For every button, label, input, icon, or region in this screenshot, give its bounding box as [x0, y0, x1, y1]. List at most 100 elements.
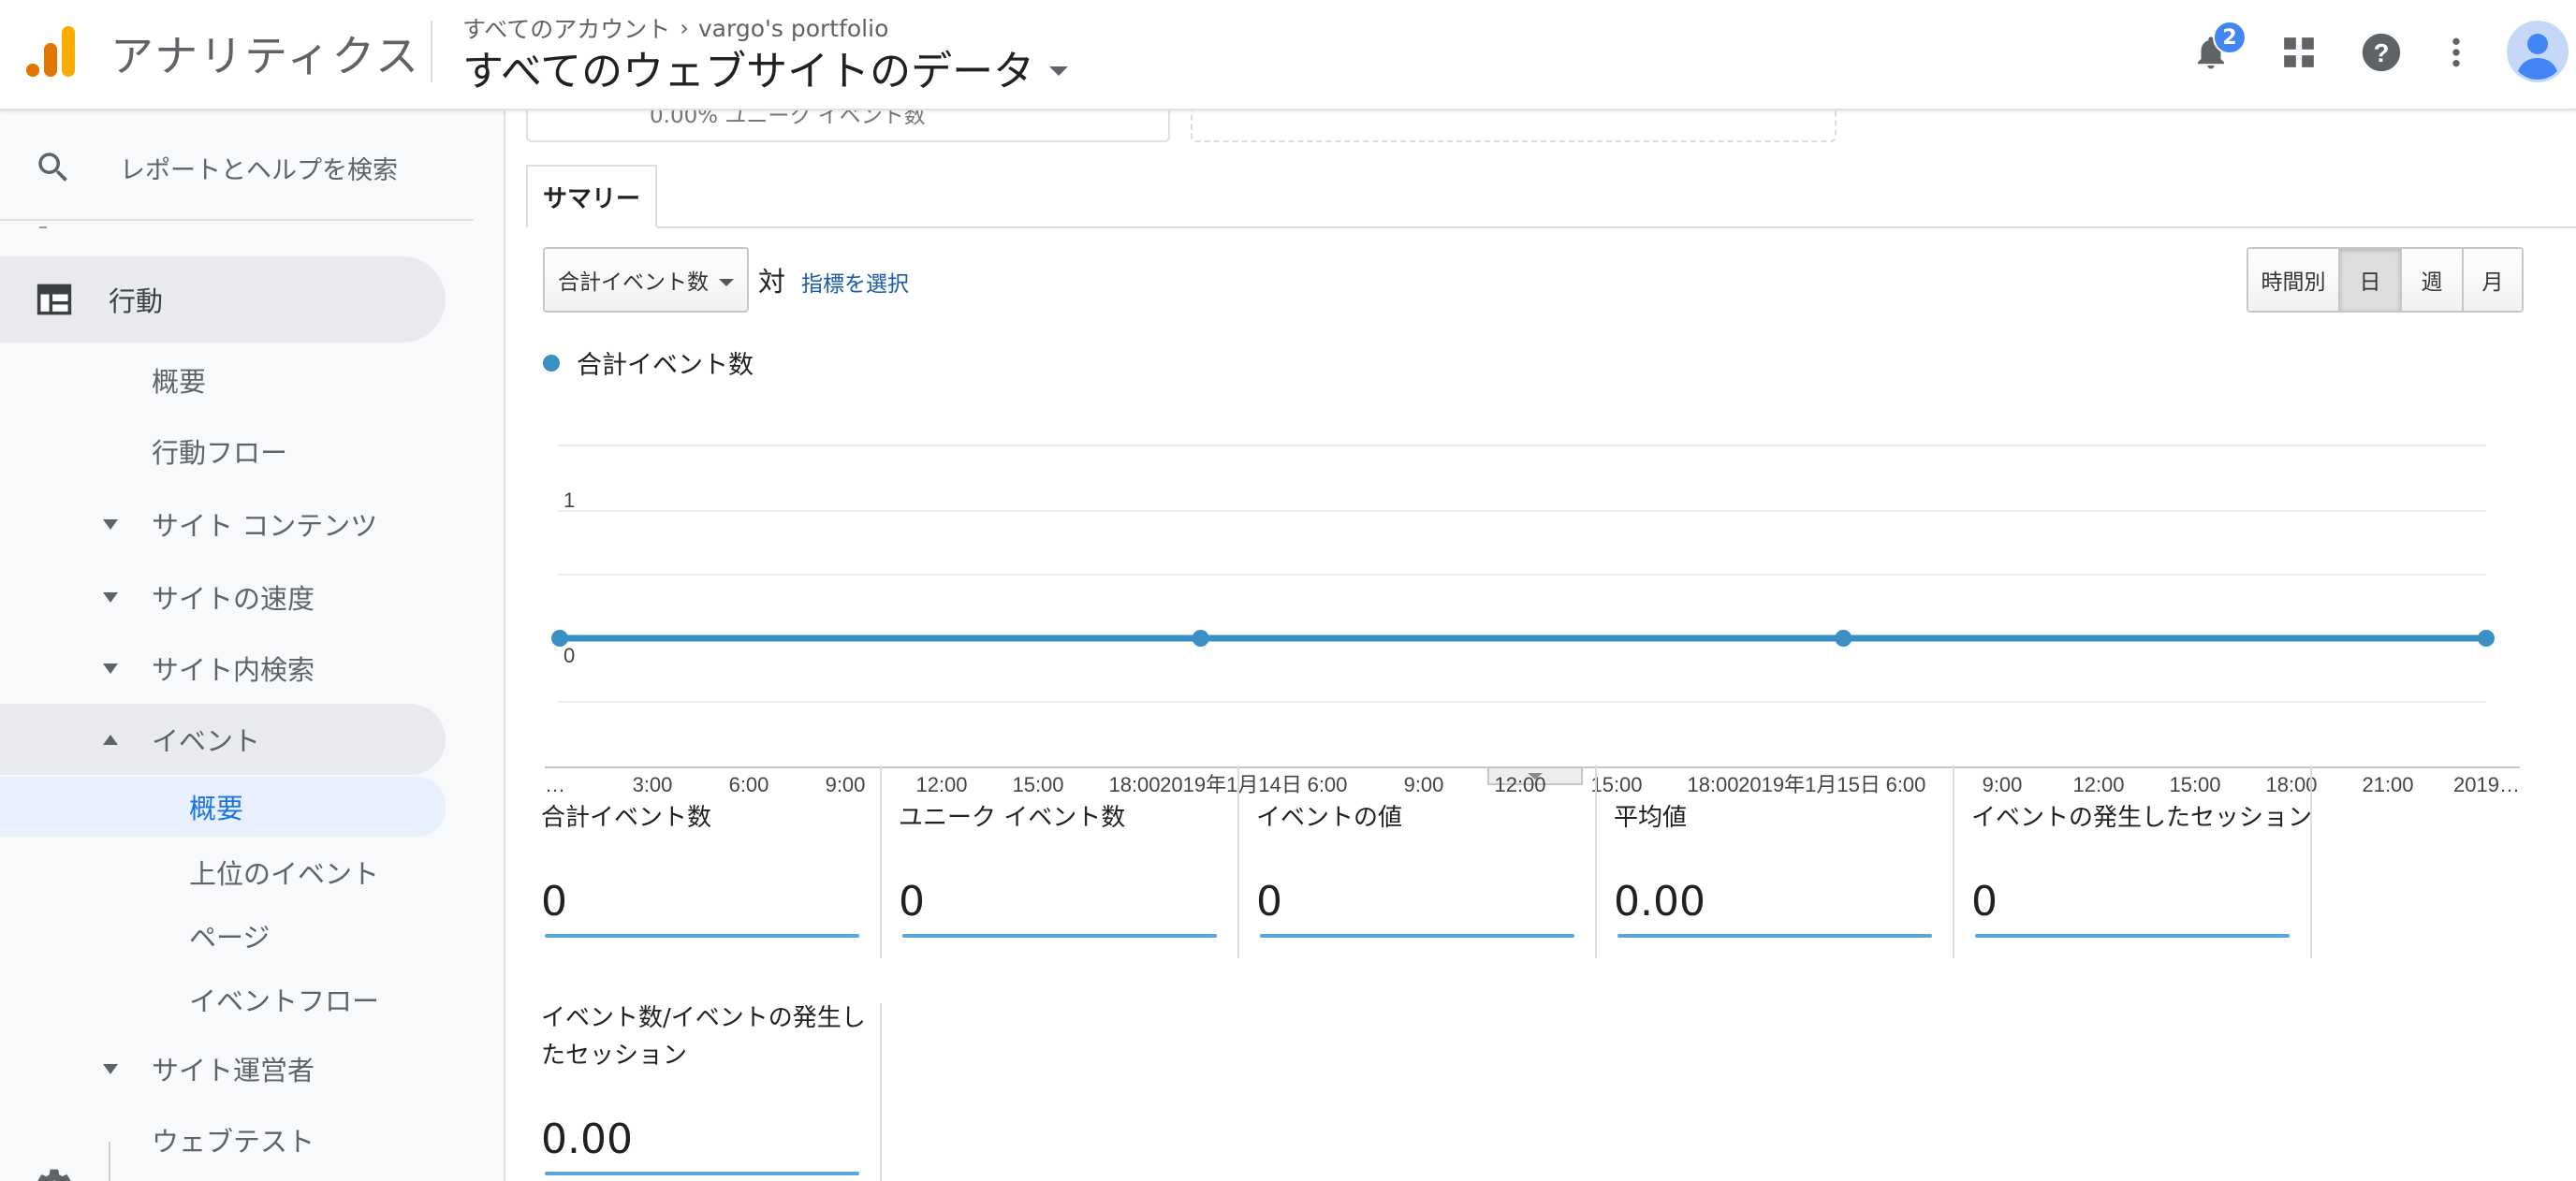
more-vert-icon: [2452, 37, 2460, 67]
svg-text:?: ?: [2374, 38, 2390, 67]
vs-label: 対: [758, 266, 786, 298]
scorecard-label: イベントの発生したセッション: [1971, 804, 2313, 832]
scorecard-label: ユニーク イベント数: [899, 804, 1126, 832]
hourly-button[interactable]: 時間別: [2248, 249, 2338, 311]
sidebar-item-label: イベントフロー: [189, 985, 380, 1017]
sidebar-item-pages[interactable]: ページ: [0, 904, 446, 968]
expand-arrow-icon: [103, 518, 118, 530]
scorecard-label: イベント数/イベントの発生したセッション: [541, 1004, 866, 1070]
scorecard-avg-value[interactable]: 平均値 0.00: [1614, 765, 1969, 958]
sidebar-item-label: 上位のイベント: [189, 858, 380, 890]
x-tick-label: 2019…: [2453, 773, 2520, 796]
data-point: [2478, 630, 2495, 647]
caret-down-icon: [719, 279, 734, 286]
sidebar-item-publisher[interactable]: サイト運営者: [0, 1037, 446, 1101]
scorecard-divider: [880, 1003, 882, 1181]
main-content: 0.00% ユニーク イベント数 サマリー 合計イベント数 対 指標を選択 時間…: [507, 110, 2576, 1181]
header-divider: [431, 21, 432, 82]
chart-legend: 合計イベント数: [543, 344, 754, 381]
scorecard-label: 合計イベント数: [541, 804, 712, 832]
account-avatar[interactable]: [2507, 21, 2569, 82]
sidebar-item-label: 行動フロー: [152, 437, 288, 469]
sidebar-item-events-flow[interactable]: イベントフロー: [0, 968, 446, 1031]
sidebar-item-behavior-flow[interactable]: 行動フロー: [0, 419, 446, 483]
sidebar-divider: [109, 1142, 110, 1181]
data-point: [1192, 630, 1209, 647]
sidebar-item-site-search[interactable]: サイト内検索: [0, 636, 446, 700]
scorecard-event-value[interactable]: イベントの値 0: [1256, 765, 1612, 958]
tab-summary[interactable]: サマリー: [526, 165, 657, 228]
add-segment-card[interactable]: [1191, 110, 1837, 142]
scorecard-divider: [1237, 765, 1239, 958]
sidebar-item-overview[interactable]: 概要: [0, 348, 446, 412]
scorecard-divider: [880, 765, 882, 958]
scorecard-value: 0: [1256, 878, 1282, 926]
search-icon: [38, 153, 67, 182]
scorecard-events-per-session[interactable]: イベント数/イベントの発生したセッション 0.00: [541, 1003, 897, 1181]
sidebar-item-label: サイト運営者: [152, 1055, 315, 1086]
sidebar-item-events[interactable]: イベント: [0, 704, 446, 775]
scorecard-label: 平均値: [1614, 804, 1688, 832]
sidebar-item-site-content[interactable]: サイト コンテンツ: [0, 492, 446, 556]
legend-dot: [543, 354, 560, 372]
sidebar-item-top-events[interactable]: 上位のイベント: [0, 840, 446, 904]
view-selector[interactable]: すべてのウェブサイトのデータ: [462, 37, 1069, 97]
x-tick-label: 21:00: [2362, 773, 2413, 796]
metric-select[interactable]: 合計イベント数: [543, 247, 749, 313]
notification-badge: 2: [2213, 21, 2247, 54]
scorecard-total-events[interactable]: 合計イベント数 0: [541, 765, 897, 958]
sidebar-search[interactable]: レポートとヘルプを検索: [0, 110, 474, 221]
scorecard-sessions-with-event[interactable]: イベントの発生したセッション 0: [1971, 765, 2327, 958]
sidebar-item-site-speed[interactable]: サイトの速度: [0, 565, 446, 629]
sidebar-item-label: サイト コンテンツ: [152, 510, 378, 542]
metric-select-value: 合計イベント数: [558, 270, 709, 295]
expand-arrow-icon: [103, 1063, 118, 1074]
select-metric-link[interactable]: 指標を選択: [801, 266, 909, 298]
apps-button[interactable]: [2273, 26, 2325, 79]
data-point: [1835, 630, 1852, 647]
search-label: レポートとヘルプを検索: [120, 156, 398, 185]
sidebar-item-label: サイト内検索: [152, 654, 315, 686]
scorecard-divider: [1595, 765, 1597, 958]
scorecard-divider: [2310, 765, 2312, 958]
monthly-button[interactable]: 月: [2462, 249, 2522, 311]
y-tick-label: 1: [564, 488, 575, 512]
more-options-button[interactable]: [2430, 26, 2482, 79]
sidebar-item-experiments[interactable]: ウェブテスト: [0, 1108, 446, 1172]
scroll-indicator: [39, 221, 47, 228]
help-icon: ?: [2362, 33, 2401, 72]
apps-grid-icon: [2284, 37, 2314, 67]
sparkline: [1975, 934, 2290, 938]
weekly-button[interactable]: 週: [2400, 249, 2462, 311]
scorecard-value: 0: [899, 878, 925, 926]
scorecard-label: イベントの値: [1256, 804, 1403, 832]
sidebar-section-behavior[interactable]: 行動: [0, 256, 446, 343]
segment-card-text: 0.00% ユニーク イベント数: [650, 110, 926, 128]
sidebar: レポートとヘルプを検索 行動 概要 行動フロー サイト コンテンツ サイトの速度…: [0, 110, 505, 1181]
segment-card[interactable]: 0.00% ユニーク イベント数: [526, 110, 1170, 142]
gear-icon[interactable]: [34, 1166, 75, 1181]
sidebar-item-label: 概要: [189, 793, 244, 824]
sidebar-item-label: ウェブテスト: [152, 1126, 315, 1158]
sparkline: [545, 934, 859, 938]
expand-arrow-icon: [103, 663, 118, 674]
help-button[interactable]: ?: [2355, 26, 2408, 79]
scorecard-divider: [1953, 765, 1954, 958]
top-bar: アナリティクス すべてのアカウント › vargo's portfolio すべ…: [0, 0, 2576, 110]
sidebar-section-label: 行動: [109, 285, 164, 317]
sidebar-item-label: 概要: [152, 366, 207, 398]
sidebar-item-events-overview[interactable]: 概要: [0, 777, 446, 837]
view-title: すべてのウェブサイトのデータ: [462, 48, 1035, 95]
person-icon: [2507, 21, 2569, 82]
scorecard-value: 0: [541, 878, 567, 926]
analytics-logo[interactable]: [24, 24, 79, 79]
sparkline: [545, 1172, 859, 1175]
sparkline: [1260, 934, 1574, 938]
scorecard-unique-events[interactable]: ユニーク イベント数 0: [899, 765, 1254, 958]
scorecard-value: 0.00: [1614, 878, 1705, 926]
expand-arrow-icon: [103, 591, 118, 603]
sidebar-item-label: イベント: [152, 725, 261, 757]
daily-button[interactable]: 日: [2338, 249, 2400, 311]
legend-label: 合計イベント数: [577, 351, 754, 380]
tab-divider: [526, 226, 2576, 228]
